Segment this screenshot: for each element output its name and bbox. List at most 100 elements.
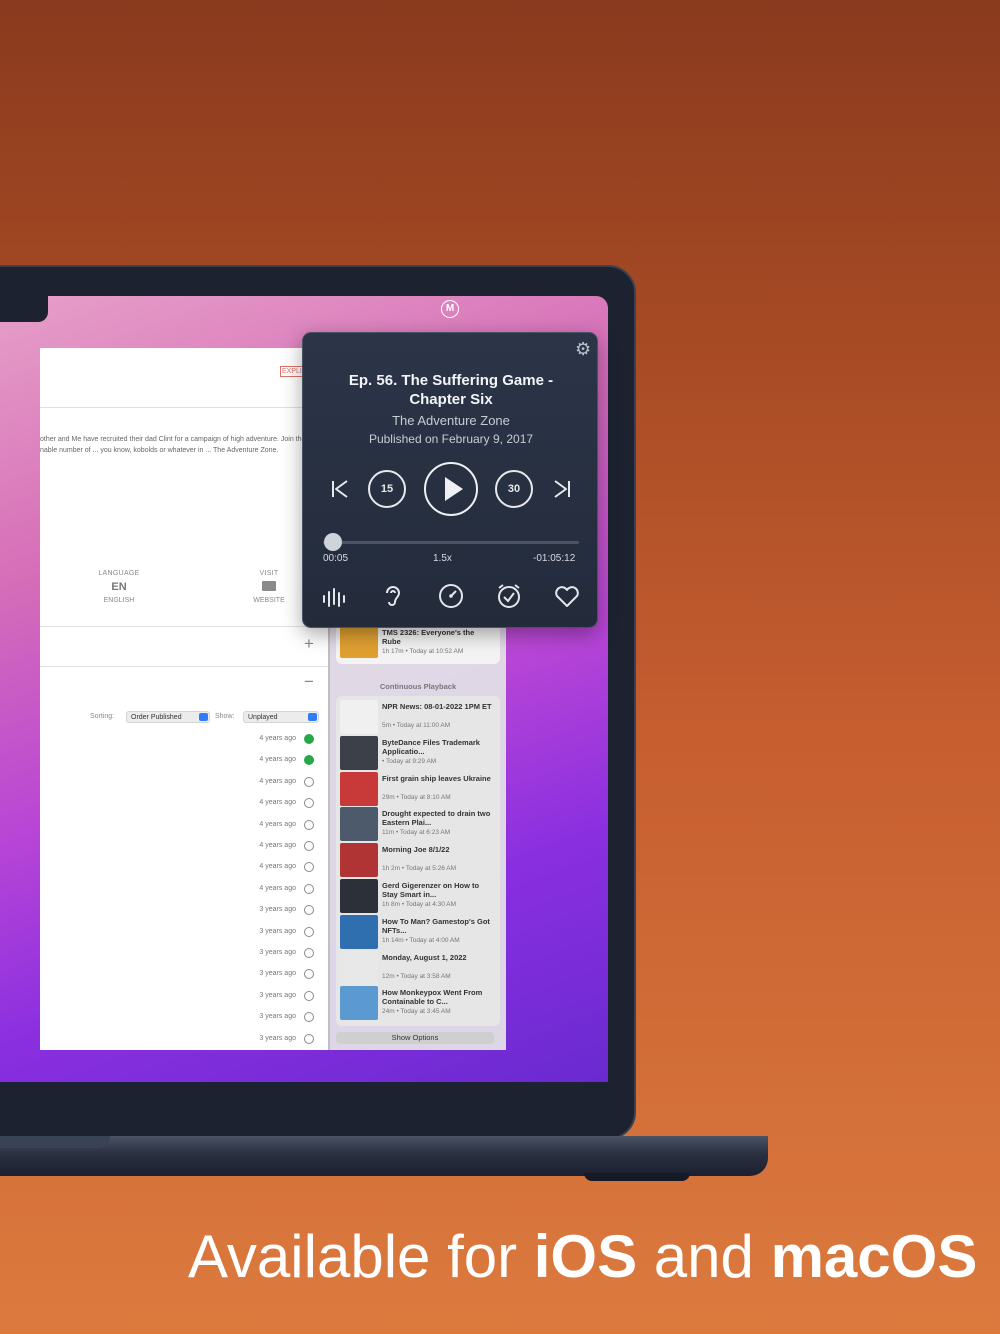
language-stat: LANGUAGE EN ENGLISH [84,570,154,604]
favorite-heart-icon[interactable] [553,582,581,610]
sort-filter-bar: Sorting: Order Published Show: Unplayed [40,711,330,725]
playback-speed[interactable]: 1.5x [433,553,452,564]
show-value: Unplayed [248,714,278,721]
previous-track-icon[interactable] [329,478,351,500]
queue-item-title[interactable]: Monday, August 1, 2022 [382,953,494,962]
visit-caption: VISIT [259,570,279,577]
episode-row[interactable]: 4 years ago [240,776,320,789]
episode-row[interactable]: 3 years ago [240,1012,320,1024]
episode-row[interactable]: 4 years ago [240,734,320,746]
menubar-app-icon[interactable]: M [441,300,459,318]
description-line: other and Me have recruited their dad Cl… [40,436,306,443]
visit-sub: WEBSITE [253,597,285,604]
episode-row[interactable]: 3 years ago [240,926,320,939]
tagline: Available for iOS and macOS [188,1222,988,1291]
episode-row[interactable]: 4 years ago [240,883,320,896]
sleep-timer-icon[interactable] [495,582,523,610]
show-name[interactable]: The Adventure Zone [319,413,583,428]
episode-row[interactable]: 4 years ago [240,841,320,853]
remaining-time: -01:05:12 [533,553,576,564]
episode-artwork[interactable] [340,879,378,913]
play-button[interactable] [424,462,478,516]
download-icon[interactable] [304,819,314,830]
progress-knob[interactable] [323,533,342,551]
chevron-updown-icon [308,713,317,721]
speed-icon[interactable] [437,582,465,610]
download-icon[interactable] [304,969,314,980]
download-icon[interactable] [304,926,314,937]
queue-item-title[interactable]: How To Man? Gamestop's Got NFTs... [382,917,494,935]
download-icon[interactable] [304,1012,314,1023]
download-icon[interactable] [304,841,314,851]
download-icon[interactable] [304,948,314,958]
queue-item-title[interactable]: Morning Joe 8/1/22 [382,845,494,854]
episode-row[interactable]: 4 years ago [240,819,320,832]
episode-artwork[interactable] [340,914,378,949]
window-toolbar: EXPLI [40,348,330,408]
episode-age: 3 years ago [259,970,296,978]
download-icon[interactable] [304,1033,314,1044]
download-icon[interactable] [304,883,314,894]
queue-item-meta: 5m • Today at 11:00 AM [382,722,451,729]
episode-age: 3 years ago [259,1034,296,1042]
skip-forward-button[interactable]: 30 [495,470,533,508]
skip-back-icon: 15 [380,483,394,495]
episode-row[interactable]: 3 years ago [240,905,320,917]
show-options-button[interactable]: Show Options [336,1032,494,1044]
episode-row[interactable]: 3 years ago [240,969,320,981]
download-icon[interactable] [304,990,314,1001]
download-icon[interactable] [304,776,314,787]
episode-row[interactable]: 4 years ago [240,755,320,767]
expand-plus-icon[interactable]: + [304,634,314,654]
camera-notch [0,296,48,322]
queue-item-title[interactable]: Gerd Gigerenzer on How to Stay Smart in.… [382,881,494,899]
episode-row[interactable]: 3 years ago [240,1033,320,1046]
episode-row[interactable]: 4 years ago [240,798,320,810]
queue-item-title[interactable]: Drought expected to drain two Eastern Pl… [382,809,494,827]
episode-row[interactable]: 3 years ago [240,948,320,960]
queue-item-meta: 24m • Today at 3:45 AM [382,1008,451,1016]
played-check-icon [304,755,314,766]
queue-item-title[interactable]: First grain ship leaves Ukraine [382,774,494,783]
episode-artwork[interactable] [340,843,378,878]
episode-age: 3 years ago [259,991,296,999]
published-date: Published on February 9, 2017 [368,432,534,446]
visit-website-button[interactable]: VISIT WEBSITE [234,570,304,604]
queue-item-meta: 1h 8m • Today at 4:30 AM [382,901,457,908]
episode-row[interactable]: 3 years ago [240,990,320,1003]
download-icon[interactable] [304,905,314,916]
episode-artwork[interactable] [340,986,378,1021]
episode-row[interactable]: 4 years ago [240,862,320,874]
voice-boost-icon[interactable] [321,582,349,610]
episode-artwork[interactable] [340,807,378,842]
show-select[interactable]: Unplayed [243,711,319,723]
episode-artwork[interactable] [340,950,378,985]
next-track-icon[interactable] [551,478,573,500]
hearing-icon[interactable] [379,582,407,610]
queue-item-title[interactable]: NPR News: 08-01-2022 1PM ET [382,702,494,711]
podcast-description: other and Me have recruited their dad Cl… [40,434,306,456]
skip-back-button[interactable]: 15 [368,470,406,508]
episode-artwork[interactable] [340,735,378,770]
sorting-value: Order Published [131,714,182,721]
download-icon[interactable] [304,798,314,809]
sorting-select[interactable]: Order Published [126,711,210,723]
laptop-base [0,1136,768,1176]
language-sub: ENGLISH [103,597,135,604]
episode-artwork[interactable] [340,700,378,734]
play-icon [445,477,463,501]
episode-artwork[interactable] [340,771,378,806]
episode-age: 4 years ago [259,777,296,785]
gear-icon[interactable]: ⚙ [575,339,591,360]
continuous-playback-title: Continuous Playback [379,682,457,691]
download-icon[interactable] [304,862,314,873]
collapse-minus-icon[interactable]: − [304,672,314,692]
language-caption: LANGUAGE [98,570,140,577]
up-next-meta: 1h 17m • Today at 10:52 AM [382,648,464,655]
queue-item-title[interactable]: How Monkeypox Went From Containable to C… [382,988,494,1006]
explicit-badge: EXPLI [280,366,304,377]
progress-track[interactable] [323,541,579,544]
queue-item-title[interactable]: ByteDance Files Trademark Applicatio... [382,738,494,756]
up-next-artwork [340,624,378,658]
queue-item-meta: 1h 2m • Today at 5:26 AM [382,865,457,873]
